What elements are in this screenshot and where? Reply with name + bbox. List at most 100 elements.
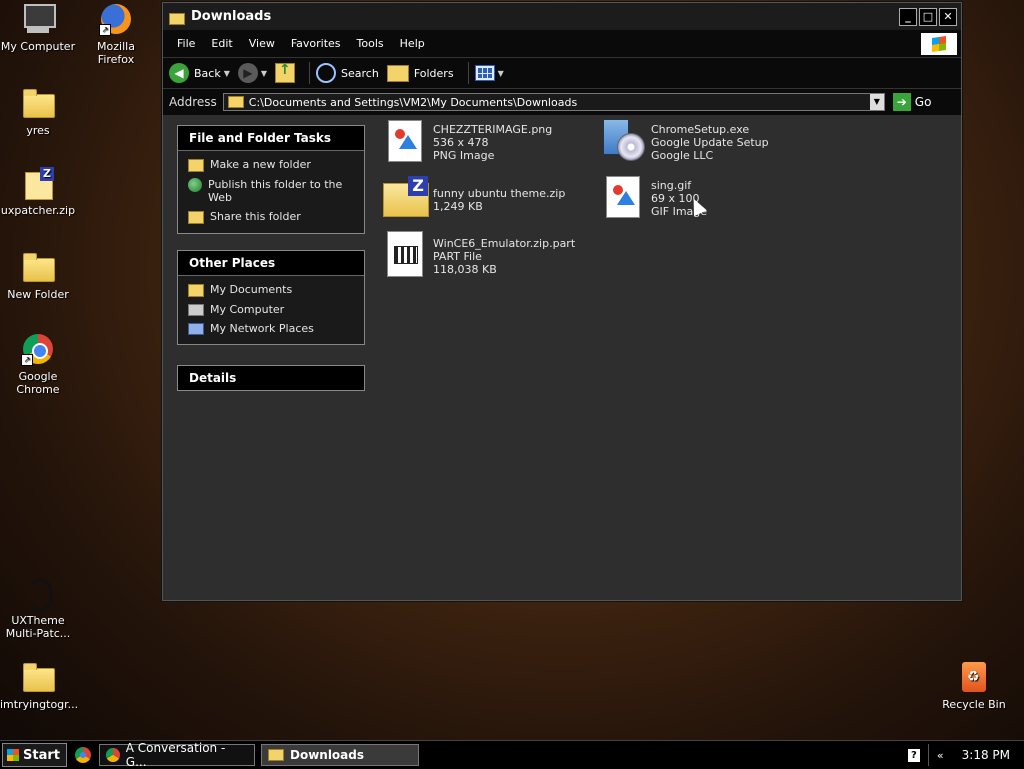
desktop-icon-label: UXTheme Multi-Patc... xyxy=(5,614,71,640)
file-size: 118,038 KB xyxy=(433,263,497,276)
desktop-icon-label: New Folder xyxy=(7,288,69,301)
search-icon xyxy=(316,63,337,83)
task-share-folder[interactable]: Share this folder xyxy=(188,207,354,227)
file-item[interactable]: Z funny ubuntu theme.zip 1,249 KB xyxy=(381,175,565,221)
start-label: Start xyxy=(23,747,60,763)
back-button[interactable]: ◀ Back ▼ xyxy=(169,63,230,83)
chevron-down-icon[interactable]: ▼ xyxy=(224,69,230,78)
share-folder-icon xyxy=(188,211,204,224)
taskbar-item-chrome[interactable]: A Conversation - G... xyxy=(98,741,255,769)
desktop-icon-label: My Computer xyxy=(0,40,76,53)
menu-edit[interactable]: Edit xyxy=(203,37,240,50)
forward-button[interactable]: ▶ ▼ xyxy=(237,63,267,83)
menu-file[interactable]: File xyxy=(169,37,203,50)
search-button[interactable]: Search xyxy=(316,63,379,83)
chrome-quicklaunch-icon[interactable] xyxy=(74,747,91,763)
file-detail: 536 x 478 xyxy=(433,136,489,149)
menu-help[interactable]: Help xyxy=(392,37,433,50)
address-input[interactable]: C:\Documents and Settings\VM2\My Documen… xyxy=(222,93,885,111)
taskbar-item-downloads[interactable]: Downloads xyxy=(260,744,419,766)
address-dropdown-button[interactable]: ▼ xyxy=(869,94,884,110)
desktop-icon-label: imtryingtogr... xyxy=(0,698,79,711)
place-my-computer[interactable]: My Computer xyxy=(188,300,354,319)
folders-button[interactable]: Folders xyxy=(386,64,454,82)
panel-title[interactable]: File and Folder Tasks xyxy=(178,126,364,151)
folder-icon xyxy=(21,660,55,694)
up-folder-button[interactable] xyxy=(275,62,296,83)
desktop-icon-my-computer[interactable]: My Computer xyxy=(0,2,76,53)
uxtheme-icon xyxy=(21,576,55,612)
file-name: ChromeSetup.exe xyxy=(651,123,750,136)
desktop-icon-imtrying[interactable]: imtryingtogr... xyxy=(0,660,79,711)
image-file-icon xyxy=(381,117,427,163)
menu-view[interactable]: View xyxy=(241,37,283,50)
windows-logo-icon xyxy=(921,32,957,55)
tray-divider xyxy=(927,744,929,766)
file-item[interactable]: WinCE6_Emulator.zip.part PART File 118,0… xyxy=(381,231,575,277)
close-button[interactable]: ✕ xyxy=(939,7,957,26)
folders-icon xyxy=(386,64,409,82)
go-button[interactable]: ➔ Go xyxy=(892,93,931,111)
folder-content: File and Folder Tasks Make a new folder … xyxy=(163,115,961,600)
place-my-documents[interactable]: My Documents xyxy=(188,280,354,300)
folders-label: Folders xyxy=(413,66,454,80)
maximize-button[interactable]: □ xyxy=(919,7,937,26)
folder-icon xyxy=(169,11,185,25)
folder-icon xyxy=(267,749,284,761)
title-bar[interactable]: Downloads _ □ ✕ xyxy=(163,3,961,30)
window-title: Downloads xyxy=(191,9,272,24)
place-label: My Documents xyxy=(210,283,293,296)
computer-icon xyxy=(188,304,204,316)
task-label: Make a new folder xyxy=(210,158,311,171)
explorer-window: Downloads _ □ ✕ File Edit View Favorites… xyxy=(162,2,962,601)
forward-arrow-icon: ▶ xyxy=(237,63,258,83)
documents-icon xyxy=(188,284,204,297)
chevron-down-icon[interactable]: ▼ xyxy=(498,69,504,78)
back-label: Back xyxy=(194,66,221,80)
installer-icon xyxy=(599,117,645,163)
file-size: 1,249 KB xyxy=(433,200,483,213)
task-label: Downloads xyxy=(289,748,365,762)
go-arrow-icon: ➔ xyxy=(892,93,911,111)
back-arrow-icon: ◀ xyxy=(169,63,189,83)
task-make-new-folder[interactable]: Make a new folder xyxy=(188,155,354,175)
panel-title[interactable]: Details xyxy=(178,366,364,390)
task-publish-folder[interactable]: Publish this folder to the Web xyxy=(188,175,354,207)
desktop-icon-yres[interactable]: yres xyxy=(0,86,76,137)
desktop-icon-firefox[interactable]: ↗ Mozilla Firefox xyxy=(78,2,154,66)
help-icon[interactable]: ? xyxy=(907,748,920,762)
start-button[interactable]: Start xyxy=(2,743,67,767)
file-item[interactable]: CHEZZTERIMAGE.png 536 x 478 PNG Image xyxy=(381,117,552,163)
desktop-icon-label: uxpatcher.zip xyxy=(0,204,76,217)
address-path: C:\Documents and Settings\VM2\My Documen… xyxy=(248,95,578,109)
file-name: sing.gif xyxy=(651,179,692,192)
file-item[interactable]: ChromeSetup.exe Google Update Setup Goog… xyxy=(599,117,769,163)
minimize-button[interactable]: _ xyxy=(899,7,917,26)
folder-icon xyxy=(21,86,55,120)
desktop-icon-new-folder[interactable]: New Folder xyxy=(0,250,76,301)
desktop-icon-chrome[interactable]: ↗ Google Chrome xyxy=(0,332,76,396)
taskbar: Start A Conversation - G... Downloads ? … xyxy=(0,740,1024,769)
menu-favorites[interactable]: Favorites xyxy=(283,37,349,50)
desktop-icon-uxpatcher[interactable]: Z uxpatcher.zip xyxy=(0,166,76,217)
task-label: Share this folder xyxy=(210,210,301,223)
globe-icon xyxy=(188,178,202,192)
file-item[interactable]: sing.gif 69 x 100 GIF Image xyxy=(599,173,707,219)
tray-expand-button[interactable]: « xyxy=(937,749,944,762)
menu-tools[interactable]: Tools xyxy=(349,37,392,50)
views-button[interactable]: ▼ xyxy=(474,65,504,81)
file-detail: Google Update Setup xyxy=(651,136,769,149)
desktop-icon-uxtheme[interactable]: UXTheme Multi-Patc... xyxy=(0,576,76,640)
up-folder-icon xyxy=(275,62,296,83)
windows-flag-icon xyxy=(7,749,19,761)
chevron-down-icon[interactable]: ▼ xyxy=(261,69,267,78)
desktop-icon-recycle-bin[interactable]: Recycle Bin xyxy=(936,660,1012,711)
file-type: PNG Image xyxy=(433,149,495,162)
place-my-network-places[interactable]: My Network Places xyxy=(188,319,354,338)
new-folder-icon xyxy=(188,159,204,172)
file-type: PART File xyxy=(433,250,482,263)
recycle-bin-icon xyxy=(957,660,991,694)
clock[interactable]: 3:18 PM xyxy=(962,748,1010,762)
file-name: CHEZZTERIMAGE.png xyxy=(433,123,553,136)
panel-title[interactable]: Other Places xyxy=(178,251,364,276)
